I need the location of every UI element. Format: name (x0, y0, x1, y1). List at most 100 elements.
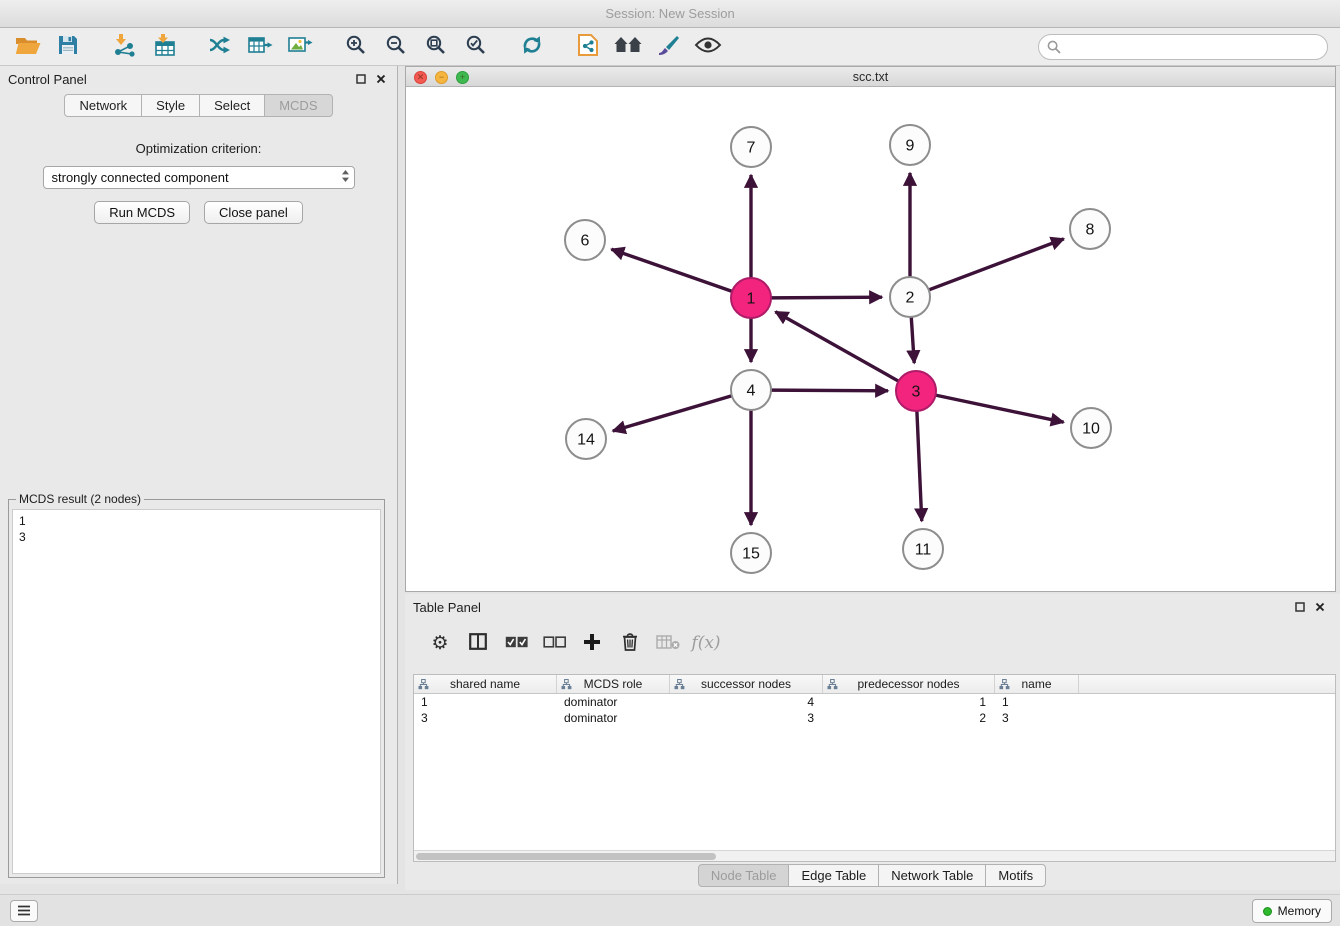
float-table-panel-icon[interactable] (1292, 599, 1308, 615)
graph-edge-3-11[interactable] (917, 411, 922, 521)
column-type-icon (561, 679, 572, 690)
graph-edge-3-1[interactable] (775, 312, 898, 381)
import-table-button[interactable] (144, 31, 184, 63)
graph-edge-1-6[interactable] (611, 249, 732, 291)
graph-node-1[interactable]: 1 (731, 278, 771, 318)
close-table-panel-icon[interactable] (1312, 599, 1328, 615)
application-window: Session: New Session (0, 0, 1340, 926)
control-panel-tabs: Network Style Select MCDS (0, 94, 397, 117)
export-network-button[interactable] (200, 31, 240, 63)
table-row[interactable]: 3dominator323 (414, 710, 1335, 726)
table-toolbar: ⚙ f(x) (405, 620, 1340, 666)
function-builder-button[interactable]: f(x) (691, 628, 721, 658)
column-header-predecessor-nodes[interactable]: predecessor nodes (823, 675, 995, 693)
graph-node-7[interactable]: 7 (731, 127, 771, 167)
run-mcds-button[interactable]: Run MCDS (94, 201, 190, 224)
graph-node-15[interactable]: 15 (731, 533, 771, 573)
deselect-all-columns-button[interactable] (539, 628, 569, 658)
column-header-successor-nodes[interactable]: successor nodes (670, 675, 823, 693)
zoom-selected-button[interactable] (456, 31, 496, 63)
control-panel: Control Panel Network Style Select MCDS … (0, 66, 398, 884)
tab-node-table[interactable]: Node Table (698, 864, 790, 887)
table-cell: 1 (995, 694, 1079, 710)
delete-columns-button[interactable] (615, 628, 645, 658)
column-header-shared-name[interactable]: shared name (414, 675, 557, 693)
zoom-window-button[interactable]: + (456, 71, 469, 84)
graph-node-11[interactable]: 11 (903, 529, 943, 569)
graph-node-label: 1 (747, 291, 756, 308)
zoom-out-button[interactable] (376, 31, 416, 63)
search-icon (1047, 40, 1061, 59)
control-panel-title: Control Panel (8, 72, 87, 87)
float-panel-icon[interactable] (353, 71, 369, 87)
graph-edge-2-8[interactable] (929, 239, 1064, 290)
tab-network-table[interactable]: Network Table (878, 864, 986, 887)
network-document-button[interactable] (568, 31, 608, 63)
export-image-button[interactable] (280, 31, 320, 63)
graph-edge-1-2[interactable] (771, 297, 882, 298)
graph-node-4[interactable]: 4 (731, 370, 771, 410)
memory-button[interactable]: Memory (1252, 899, 1332, 923)
table-row[interactable]: 1dominator411 (414, 694, 1335, 710)
toolbar-separator (496, 46, 512, 47)
home-icon (614, 36, 642, 57)
graph-node-3[interactable]: 3 (896, 371, 936, 411)
graph-node-2[interactable]: 2 (890, 277, 930, 317)
zoom-in-button[interactable] (336, 31, 376, 63)
network-window-titlebar[interactable]: ✕ − + scc.txt (406, 67, 1335, 87)
select-all-columns-button[interactable] (501, 628, 531, 658)
scrollbar-thumb[interactable] (416, 853, 716, 860)
export-table-button[interactable] (240, 31, 280, 63)
table-tabs: Node Table Edge Table Network Table Moti… (405, 864, 1340, 887)
graph-edge-3-10[interactable] (936, 395, 1064, 422)
zoom-out-icon (385, 34, 407, 59)
graph-node-14[interactable]: 14 (566, 419, 606, 459)
tab-edge-table[interactable]: Edge Table (788, 864, 879, 887)
tab-motifs[interactable]: Motifs (985, 864, 1046, 887)
network-canvas[interactable]: 7 9 6 8 1 2 4 3 14 10 15 11 (406, 87, 1335, 591)
delete-table-button[interactable] (653, 628, 683, 658)
home-button[interactable] (608, 31, 648, 63)
tab-mcds[interactable]: MCDS (264, 94, 332, 117)
close-window-button[interactable]: ✕ (414, 71, 427, 84)
table-cell: 3 (995, 710, 1079, 726)
zoom-fit-button[interactable] (416, 31, 456, 63)
tab-network[interactable]: Network (64, 94, 142, 117)
style-button[interactable] (648, 31, 688, 63)
toolbar-separator (184, 46, 200, 47)
column-header-name[interactable]: name (995, 675, 1079, 693)
close-panel-button[interactable]: Close panel (204, 201, 303, 224)
column-header-MCDS-role[interactable]: MCDS role (557, 675, 670, 693)
tab-select[interactable]: Select (199, 94, 265, 117)
graph-node-9[interactable]: 9 (890, 125, 930, 165)
table-cell: dominator (557, 710, 670, 726)
horizontal-scrollbar[interactable] (414, 850, 1335, 861)
graph-node-8[interactable]: 8 (1070, 209, 1110, 249)
graph-edge-4-3[interactable] (771, 390, 888, 391)
tab-style[interactable]: Style (141, 94, 200, 117)
refresh-button[interactable] (512, 31, 552, 63)
optimization-criterion-select[interactable]: strongly connected component (43, 166, 355, 189)
toolbar-separator (552, 46, 568, 47)
search-input[interactable] (1038, 34, 1328, 60)
graph-edge-4-14[interactable] (613, 396, 732, 431)
create-column-button[interactable] (577, 628, 607, 658)
close-panel-icon[interactable] (373, 71, 389, 87)
task-history-button[interactable] (10, 900, 38, 922)
graph-node-6[interactable]: 6 (565, 220, 605, 260)
graph-node-label: 15 (742, 546, 760, 563)
open-session-button[interactable] (8, 31, 48, 63)
result-item: 3 (19, 529, 374, 545)
minimize-window-button[interactable]: − (435, 71, 448, 84)
table-settings-button[interactable]: ⚙ (425, 628, 455, 658)
import-network-button[interactable] (104, 31, 144, 63)
eye-icon (694, 37, 722, 56)
unchecked-boxes-icon (543, 636, 566, 651)
graph-edge-2-3[interactable] (911, 317, 914, 363)
details-button[interactable] (688, 31, 728, 63)
mcds-result-list[interactable]: 13 (12, 509, 381, 874)
show-columns-button[interactable] (463, 628, 493, 658)
graph-node-label: 8 (1086, 222, 1095, 239)
save-session-button[interactable] (48, 31, 88, 63)
graph-node-10[interactable]: 10 (1071, 408, 1111, 448)
